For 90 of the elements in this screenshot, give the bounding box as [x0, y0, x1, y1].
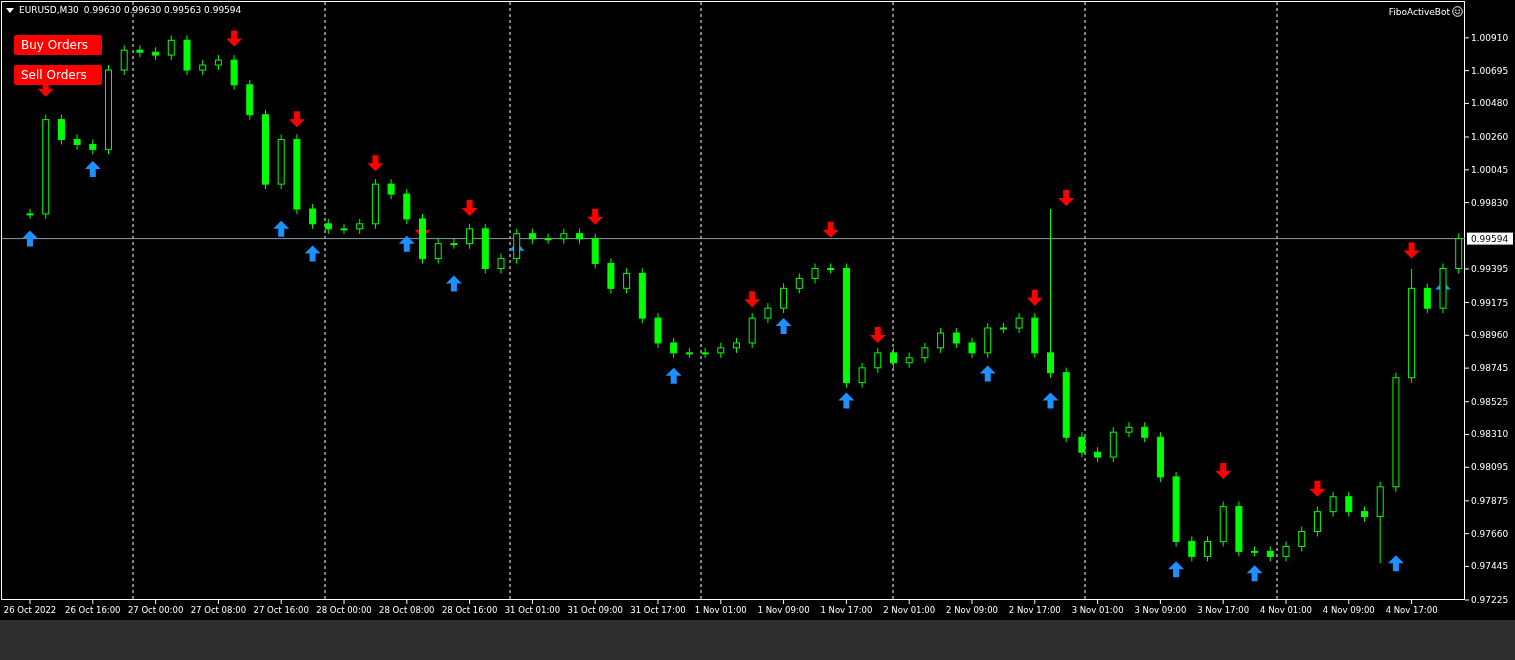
candlestick: [1313, 506, 1321, 538]
candlestick: [890, 347, 897, 369]
price-label: 0.98960: [1471, 330, 1509, 341]
price-label: 0.97660: [1471, 528, 1509, 539]
order-button[interactable]: Buy Orders: [14, 35, 102, 55]
candlestick: [434, 238, 442, 265]
price-label: 0.99175: [1471, 297, 1509, 308]
candlestick: [1423, 282, 1431, 314]
price-label: 0.97445: [1471, 561, 1509, 572]
candlestick: [921, 342, 929, 364]
candlestick: [73, 133, 81, 151]
candlestick: [623, 267, 631, 294]
candlestick: [340, 223, 348, 235]
candlestick: [670, 337, 678, 359]
candlestick: [1345, 491, 1353, 518]
time-label: 26 Oct 16:00: [65, 605, 121, 615]
current-price-label: 0.99594: [1467, 232, 1513, 245]
time-label: 28 Oct 00:00: [316, 605, 372, 615]
dropdown-icon[interactable]: [6, 7, 14, 13]
symbol-label: EURUSD,M30: [19, 5, 79, 15]
price-label: 1.00260: [1471, 132, 1509, 142]
price-label: 0.98095: [1471, 462, 1509, 473]
price-label: 1.00695: [1471, 65, 1509, 76]
time-label: 2 Nov 17:00: [1008, 605, 1061, 615]
candlestick: [764, 302, 772, 324]
price-label: 0.98310: [1471, 429, 1509, 440]
price-label: 1.00910: [1471, 32, 1509, 43]
time-label: 27 Oct 00:00: [127, 605, 184, 615]
candlestick: [701, 347, 709, 359]
candlestick: [780, 282, 788, 314]
candlestick: [968, 337, 976, 359]
price-label: 1.00045: [1471, 164, 1509, 175]
time-label: 4 Nov 09:00: [1322, 605, 1375, 615]
time-label: 28 Oct 16:00: [441, 605, 498, 615]
time-label: 31 Oct 01:00: [504, 605, 561, 615]
candlestick: [1125, 421, 1133, 438]
indicator-name: FiboActiveBot: [1388, 6, 1450, 17]
candlestick: [1282, 540, 1290, 562]
candlestick: [497, 253, 505, 275]
time-label: 4 Nov 01:00: [1260, 605, 1312, 615]
candlestick: [450, 238, 458, 250]
price-label: 0.97225: [1471, 595, 1509, 605]
price-label: 0.99830: [1471, 197, 1509, 208]
candlestick: [1204, 535, 1211, 562]
price-label: 1.00480: [1471, 98, 1509, 109]
price-label: 0.98745: [1471, 363, 1509, 374]
time-label: 3 Nov 09:00: [1134, 605, 1187, 615]
candlestick: [952, 327, 960, 349]
time-label: 28 Oct 08:00: [379, 605, 435, 615]
candlestick: [937, 327, 945, 354]
time-label: 3 Nov 01:00: [1071, 605, 1124, 615]
candlestick: [136, 44, 144, 58]
candlestick: [795, 272, 803, 294]
candlestick: [811, 262, 819, 284]
candlestick: [1329, 491, 1337, 518]
candlestick: [874, 347, 882, 374]
candlestick: [1188, 535, 1196, 562]
time-label: 1 Nov 01:00: [694, 605, 747, 615]
candlestick: [858, 362, 866, 389]
ref-line-label: 0.99594: [1471, 233, 1509, 244]
candlestick: [120, 44, 128, 76]
candlestick: [26, 208, 34, 220]
candlestick: [387, 178, 395, 200]
time-label: 31 Oct 17:00: [630, 605, 686, 615]
quote-values: 0.99630 0.99630 0.99563 0.99594: [83, 5, 242, 15]
candlestick: [1141, 421, 1149, 443]
candlestick: [466, 223, 474, 250]
time-label: 27 Oct 16:00: [253, 605, 309, 615]
time-label: 2 Nov 09:00: [946, 605, 998, 615]
time-label: 3 Nov 17:00: [1197, 605, 1250, 615]
candlestick: [167, 34, 175, 61]
price-label: 0.99395: [1471, 263, 1509, 274]
order-button[interactable]: Sell Orders: [14, 65, 102, 85]
candlestick: [1047, 208, 1054, 379]
candlestick: [1298, 525, 1306, 552]
price-label: 0.98525: [1471, 396, 1509, 407]
candlestick: [544, 233, 552, 245]
candlestick: [1078, 431, 1086, 458]
candlestick: [1015, 312, 1023, 334]
time-label: 2 Nov 01:00: [883, 605, 936, 615]
time-label: 4 Nov 17:00: [1385, 605, 1438, 615]
price-label: 0.97875: [1471, 495, 1509, 506]
time-label: 1 Nov 09:00: [757, 605, 810, 615]
time-label: 31 Oct 09:00: [567, 605, 623, 615]
time-label: 27 Oct 08:00: [190, 605, 247, 615]
candlestick: [827, 262, 835, 275]
candlestick: [309, 203, 317, 230]
candlestick: [57, 114, 65, 145]
time-label: 1 Nov 17:00: [820, 605, 873, 615]
time-label: 26 Oct 2022: [3, 605, 57, 615]
